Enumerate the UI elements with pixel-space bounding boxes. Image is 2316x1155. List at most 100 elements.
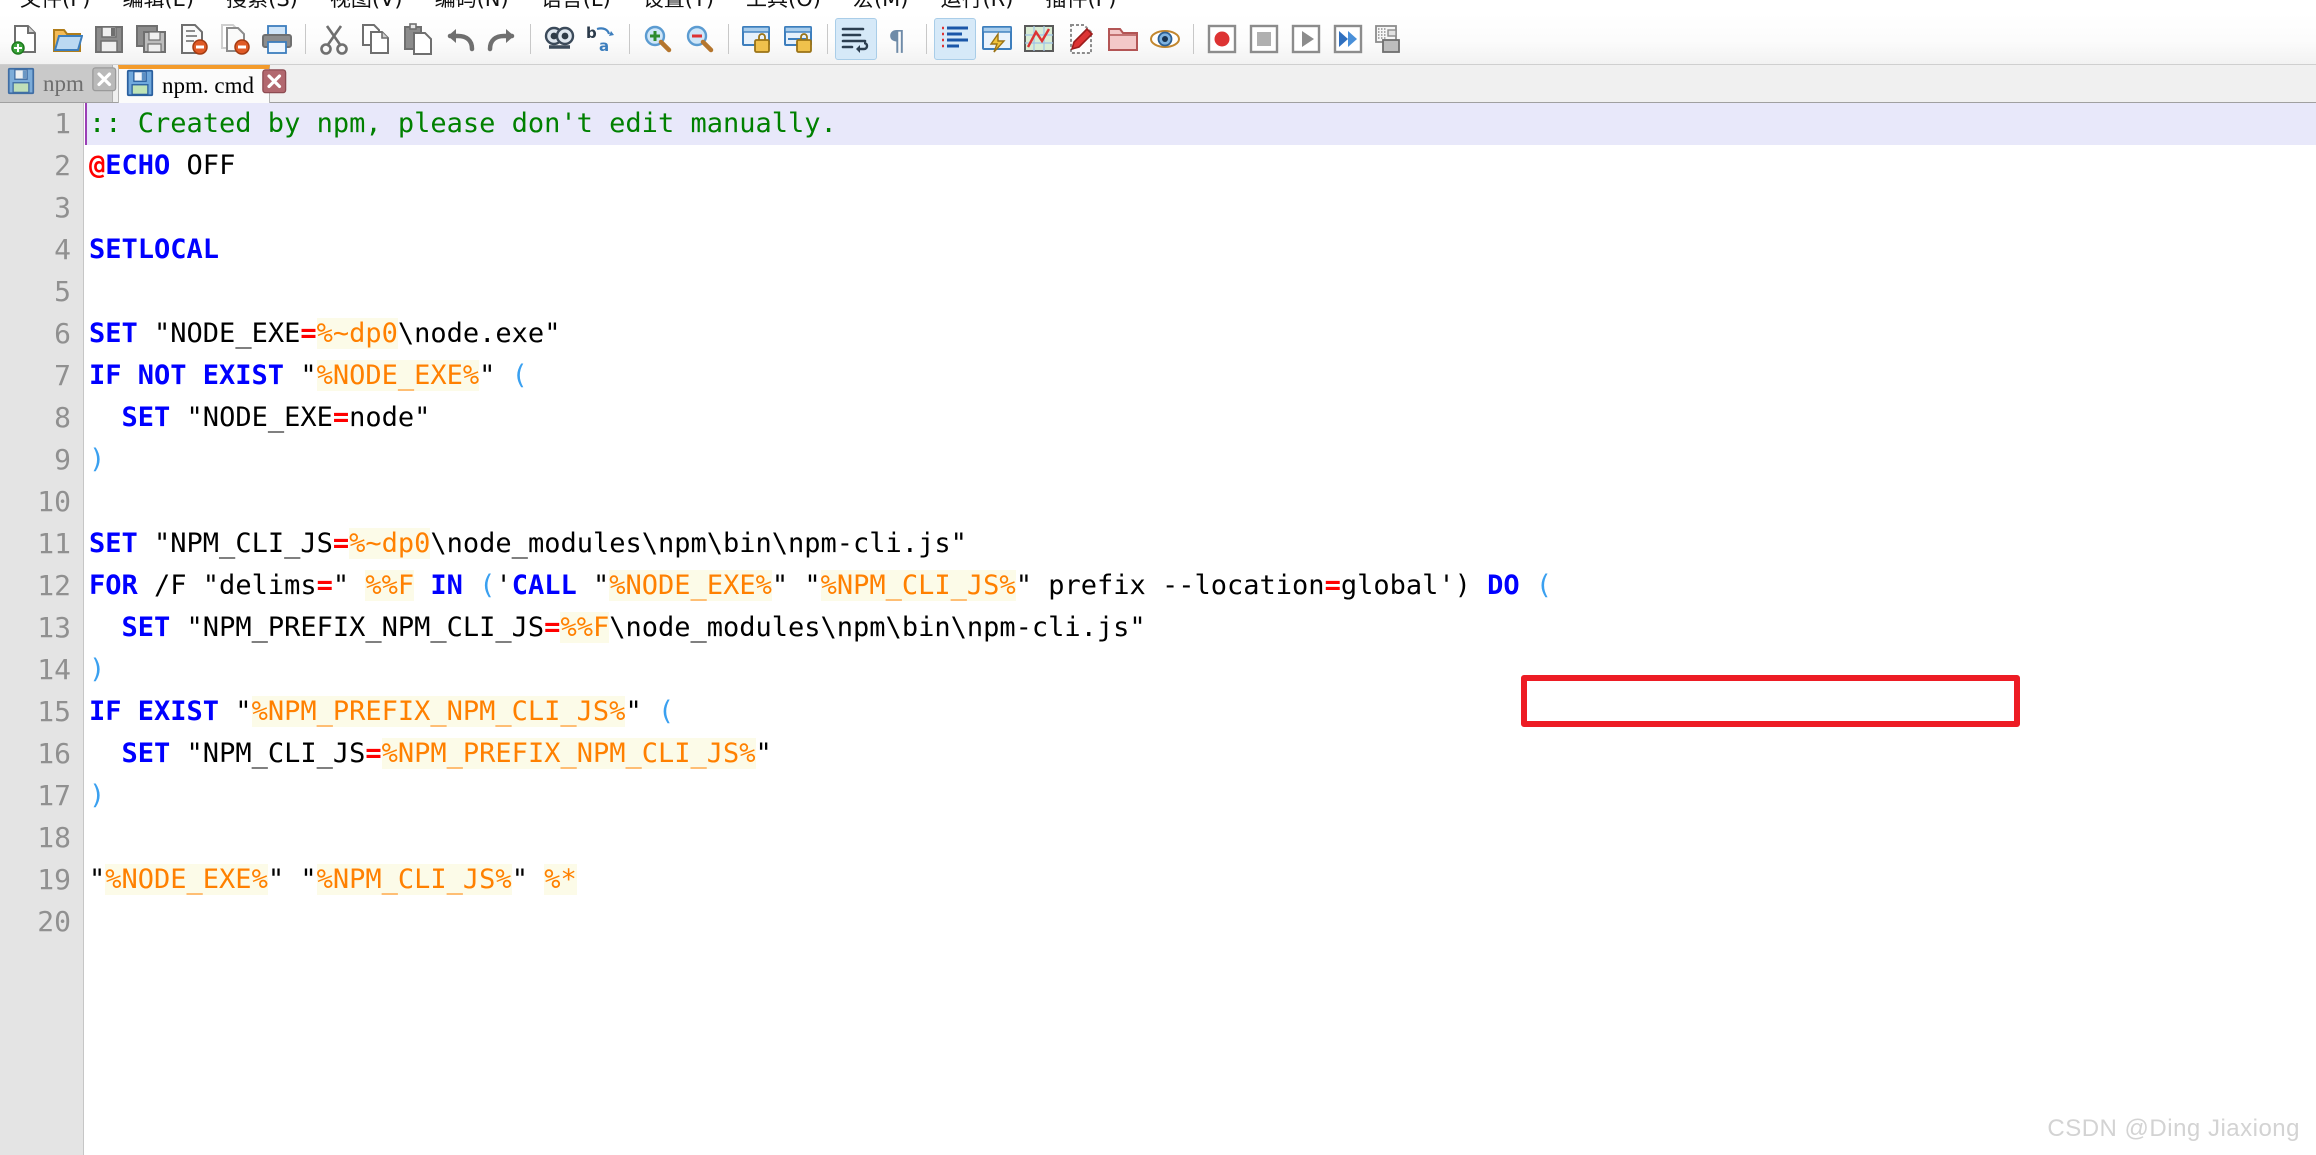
code-token-plain: ": [284, 360, 317, 391]
open-file-icon[interactable]: [46, 18, 88, 60]
save-icon[interactable]: [88, 18, 130, 60]
code-line[interactable]: [85, 481, 2316, 523]
code-line[interactable]: SET "NODE_EXE=%~dp0\node.exe": [85, 313, 2316, 355]
code-line[interactable]: @ECHO OFF: [85, 145, 2316, 187]
sync-v-scroll-icon[interactable]: [736, 18, 778, 60]
code-token-plain: \node_modules\npm\bin\npm-cli.js": [609, 612, 1145, 643]
close-icon[interactable]: [92, 65, 120, 103]
toolbar[interactable]: ba ¶: [0, 13, 2316, 65]
code-token-plain: ": [333, 570, 366, 601]
svg-text:¶: ¶: [888, 24, 906, 55]
new-file-icon[interactable]: [4, 18, 46, 60]
indent-guide-icon[interactable]: [934, 18, 976, 60]
zoom-out-icon[interactable]: [679, 18, 721, 60]
menu-plugins[interactable]: 插件(P): [1029, 0, 1132, 13]
code-token-plain: " ": [268, 864, 317, 895]
doc-map-icon[interactable]: [1018, 18, 1060, 60]
code-token-plain: node": [349, 402, 430, 433]
copy-icon[interactable]: [355, 18, 397, 60]
menu-file[interactable]: 文件(F): [4, 0, 106, 13]
menu-search[interactable]: 搜索(S): [210, 0, 314, 13]
macro-play-icon[interactable]: [1285, 18, 1327, 60]
code-token-plain: \node_modules\npm\bin\npm-cli.js": [430, 528, 966, 559]
paste-icon[interactable]: [397, 18, 439, 60]
code-line[interactable]: [85, 187, 2316, 229]
code-line[interactable]: [85, 271, 2316, 313]
redo-icon[interactable]: [481, 18, 523, 60]
close-all-icon[interactable]: [214, 18, 256, 60]
zoom-in-icon[interactable]: [637, 18, 679, 60]
code-line[interactable]: SET "NPM_CLI_JS=%~dp0\node_modules\npm\b…: [85, 523, 2316, 565]
macro-record-icon[interactable]: [1201, 18, 1243, 60]
menu-encoding[interactable]: 编码(N): [419, 0, 525, 13]
code-line[interactable]: IF NOT EXIST "%NODE_EXE%" (: [85, 355, 2316, 397]
code-token-op: =: [300, 318, 316, 349]
code-token-kw: IF EXIST: [89, 696, 219, 727]
code-line[interactable]: ): [85, 649, 2316, 691]
editor-area[interactable]: 1234567891011121314151617181920 :: Creat…: [0, 103, 2316, 1155]
macro-stop-icon[interactable]: [1243, 18, 1285, 60]
code-token-var: %NODE_EXE%: [105, 864, 268, 895]
replace-icon[interactable]: ba: [580, 18, 622, 60]
save-blue-icon: [7, 65, 35, 103]
code-token-kw: CALL: [512, 570, 577, 601]
macro-save-icon[interactable]: [1369, 18, 1411, 60]
menu-bar[interactable]: 文件(F)编辑(E)搜索(S)视图(V)编码(N)语言(L)设置(T)工具(O)…: [0, 0, 2316, 13]
folder-workspace-icon[interactable]: [1102, 18, 1144, 60]
code-token-op: =: [365, 738, 381, 769]
code-line[interactable]: ): [85, 775, 2316, 817]
func-list-icon[interactable]: [1060, 18, 1102, 60]
line-number: 4: [0, 229, 83, 271]
close-icon[interactable]: [262, 67, 290, 105]
show-symbol-icon[interactable]: ¶: [877, 18, 919, 60]
code-line[interactable]: ): [85, 439, 2316, 481]
code-line[interactable]: [85, 901, 2316, 943]
line-number: 2: [0, 145, 83, 187]
code-token-plain: global': [1341, 570, 1455, 601]
line-number: 6: [0, 313, 83, 355]
code-line[interactable]: "%NODE_EXE%" "%NPM_CLI_JS%" %*: [85, 859, 2316, 901]
code-token-paren: ): [89, 654, 105, 685]
find-icon[interactable]: [538, 18, 580, 60]
code-line[interactable]: FOR /F "delims=" %%F IN ('CALL "%NODE_EX…: [85, 565, 2316, 607]
code-line[interactable]: :: Created by npm, please don't edit man…: [85, 103, 2316, 145]
tab-npm[interactable]: npm: [0, 65, 113, 102]
macro-run-multi-icon[interactable]: [1327, 18, 1369, 60]
save-all-icon[interactable]: [130, 18, 172, 60]
code-token-plain: /F "delims: [138, 570, 317, 601]
menu-language[interactable]: 语言(L): [525, 0, 627, 13]
line-number: 7: [0, 355, 83, 397]
menu-settings[interactable]: 设置(T): [627, 0, 730, 13]
line-number: 10: [0, 481, 83, 523]
code-line[interactable]: SET "NODE_EXE=node": [85, 397, 2316, 439]
line-number: 13: [0, 607, 83, 649]
code-token-paren: ): [89, 780, 105, 811]
undo-icon[interactable]: [439, 18, 481, 60]
line-number: 1: [0, 103, 83, 145]
code-line[interactable]: IF EXIST "%NPM_PREFIX_NPM_CLI_JS%" (: [85, 691, 2316, 733]
menu-macro[interactable]: 宏(M): [837, 0, 925, 13]
user-define-icon[interactable]: [976, 18, 1018, 60]
sync-h-scroll-icon[interactable]: [778, 18, 820, 60]
code-text-area[interactable]: :: Created by npm, please don't edit man…: [85, 103, 2316, 1155]
code-line[interactable]: SETLOCAL: [85, 229, 2316, 271]
monitor-icon[interactable]: [1144, 18, 1186, 60]
print-icon[interactable]: [256, 18, 298, 60]
menu-tools[interactable]: 工具(O): [730, 0, 837, 13]
code-line[interactable]: SET "NPM_PREFIX_NPM_CLI_JS=%%F\node_modu…: [85, 607, 2316, 649]
menu-view[interactable]: 视图(V): [314, 0, 419, 13]
tab-npm-cmd[interactable]: npm. cmd: [118, 65, 270, 103]
line-number: 11: [0, 523, 83, 565]
close-file-icon[interactable]: [172, 18, 214, 60]
menu-edit[interactable]: 编辑(E): [106, 0, 210, 13]
code-line[interactable]: [85, 817, 2316, 859]
watermark: CSDN @Ding Jiaxiong: [2047, 1115, 2300, 1143]
tab-bar[interactable]: npmnpm. cmd: [0, 65, 2316, 103]
code-token-kw: FOR: [89, 570, 138, 601]
code-token-op: =: [1325, 570, 1341, 601]
word-wrap-icon[interactable]: [835, 18, 877, 60]
menu-run[interactable]: 运行(R): [924, 0, 1029, 13]
code-token-var: %*: [544, 864, 577, 895]
code-line[interactable]: SET "NPM_CLI_JS=%NPM_PREFIX_NPM_CLI_JS%": [85, 733, 2316, 775]
cut-icon[interactable]: [313, 18, 355, 60]
